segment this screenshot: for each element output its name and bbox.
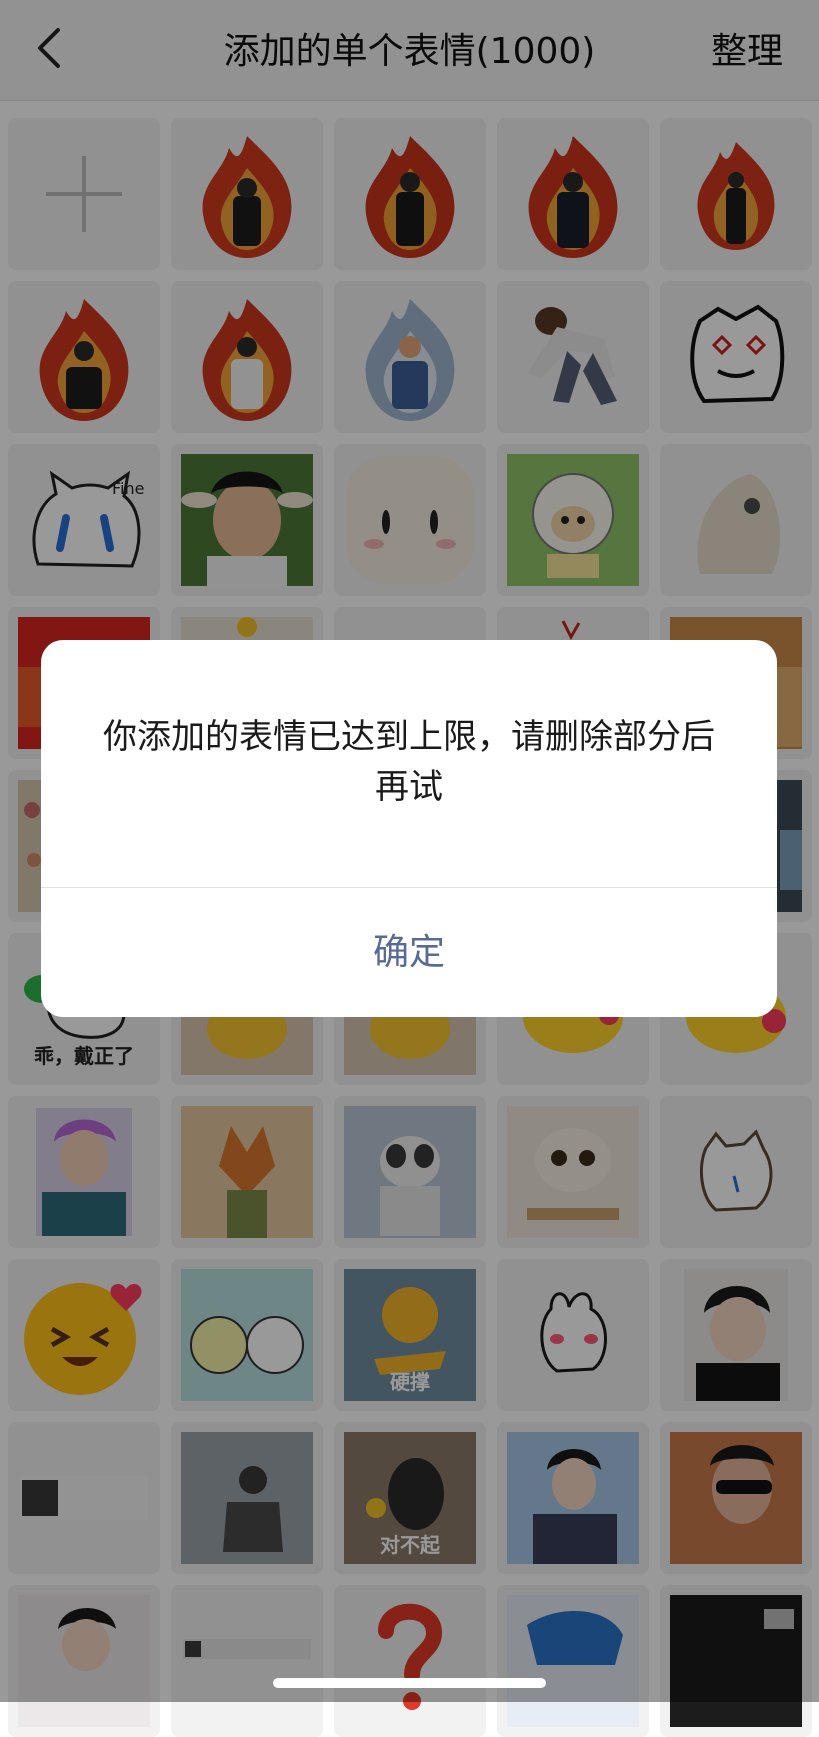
home-indicator[interactable]: [273, 1678, 546, 1688]
dialog-message: 你添加的表情已达到上限，请删除部分后再试: [103, 717, 715, 807]
alert-dialog: 你添加的表情已达到上限，请删除部分后再试 确定: [41, 640, 777, 1017]
confirm-button[interactable]: 确定: [41, 888, 777, 1017]
